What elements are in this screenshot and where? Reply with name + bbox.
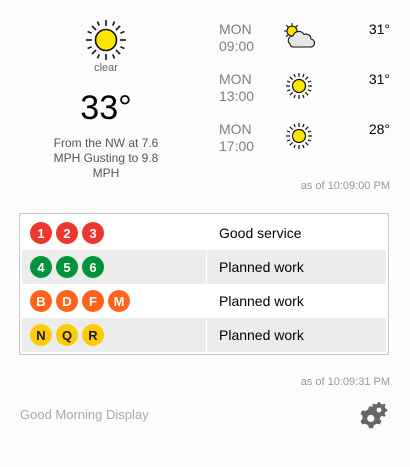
forecast-temp: 31° xyxy=(368,71,390,87)
line-bullet: M xyxy=(108,290,130,312)
line-bullet: 3 xyxy=(82,222,104,244)
gear-icon[interactable] xyxy=(356,400,390,434)
sun-icon xyxy=(86,20,126,60)
forecast-hour: 09:00 xyxy=(219,38,255,54)
forecast-day: MON xyxy=(219,71,252,87)
forecast-time: MON 17:00 xyxy=(219,121,254,155)
service-status: Planned work xyxy=(206,250,386,284)
wind-description: From the NW at 7.6 MPH Gusting to 9.8 MP… xyxy=(26,136,186,181)
forecast-hour: 13:00 xyxy=(219,88,255,104)
forecast-time: MON 13:00 xyxy=(219,71,254,105)
app-title: Good Morning Display xyxy=(20,407,149,422)
line-bullet: 2 xyxy=(56,222,78,244)
line-bullets: N Q R xyxy=(22,318,206,352)
service-status: Good service xyxy=(206,216,386,250)
current-temperature: 33° xyxy=(80,89,132,127)
forecast-temp: 31° xyxy=(368,21,390,37)
weather-timestamp: as of 10:09:00 PM xyxy=(300,180,390,192)
service-status: Planned work xyxy=(206,284,386,318)
line-bullet: F xyxy=(82,290,104,312)
subway-timestamp: as of 10:09:31 PM xyxy=(300,376,390,388)
subway-row: N Q R Planned work xyxy=(22,318,386,352)
forecast-time: MON 09:00 xyxy=(219,21,254,55)
current-weather: clear 33° From the NW at 7.6 MPH Gusting… xyxy=(26,18,186,181)
line-bullet: 6 xyxy=(82,256,104,278)
sun-icon xyxy=(286,73,312,99)
wind-line: MPH Gusting to 9.8 xyxy=(53,151,159,165)
forecast-day: MON xyxy=(219,121,252,137)
wind-line: MPH xyxy=(92,166,120,180)
forecast-hour: 17:00 xyxy=(219,138,255,154)
line-bullets: B D F M xyxy=(22,284,206,318)
line-bullets: 1 2 3 xyxy=(22,216,206,250)
line-bullet: Q xyxy=(56,324,78,346)
forecast-day: MON xyxy=(219,21,252,37)
subway-row: B D F M Planned work xyxy=(22,284,386,318)
line-bullet: D xyxy=(56,290,78,312)
line-bullet: R xyxy=(82,324,104,346)
wind-line: From the NW at 7.6 xyxy=(53,136,159,150)
subway-row: 4 5 6 Planned work xyxy=(22,250,386,284)
line-bullet: B xyxy=(30,290,52,312)
sun-icon xyxy=(286,123,312,149)
partly-cloudy-icon xyxy=(284,23,316,48)
condition-label: clear xyxy=(94,62,118,74)
service-status: Planned work xyxy=(206,318,386,352)
line-bullet: 5 xyxy=(56,256,78,278)
forecast-row: MON 17:00 28° xyxy=(219,118,394,168)
line-bullet: 4 xyxy=(30,256,52,278)
line-bullet: 1 xyxy=(30,222,52,244)
forecast-temp: 28° xyxy=(368,121,390,137)
forecast-row: MON 13:00 31° xyxy=(219,68,394,118)
line-bullet: N xyxy=(30,324,52,346)
subway-status-table: 1 2 3 Good service 4 5 6 Planned work B … xyxy=(19,213,389,355)
subway-row: 1 2 3 Good service xyxy=(22,216,386,250)
forecast-row: MON 09:00 31° xyxy=(219,18,394,68)
forecast-list: MON 09:00 31° MON 13:00 31° MON 17:00 28… xyxy=(219,18,394,168)
line-bullets: 4 5 6 xyxy=(22,250,206,284)
